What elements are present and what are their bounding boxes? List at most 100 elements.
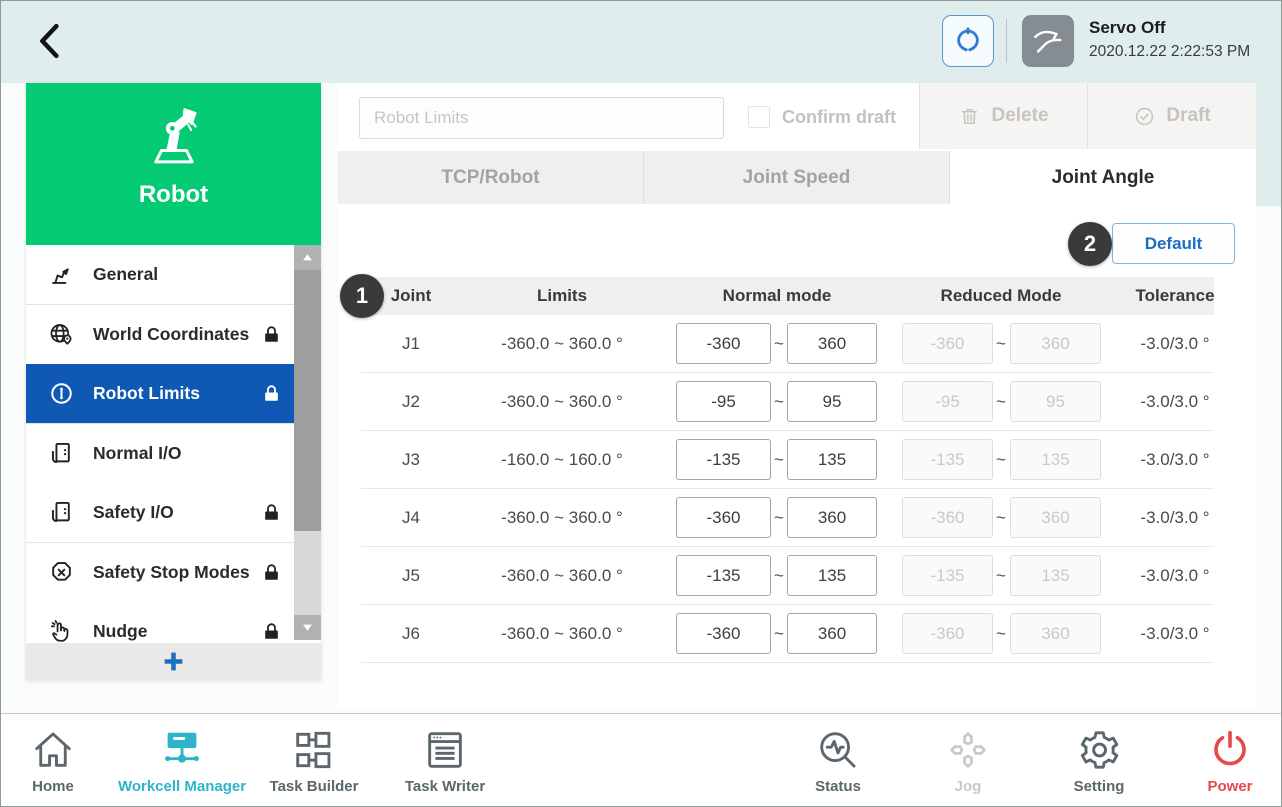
j6-reduced-min-input[interactable] <box>902 613 993 654</box>
nav-label: Task Writer <box>370 778 520 795</box>
nav-label: Task Builder <box>239 778 389 795</box>
sidebar-item-world-coordinates[interactable]: World Coordinates <box>26 305 294 365</box>
sidebar-item-label: Normal I/O <box>93 443 182 464</box>
j2-normal-min-input[interactable] <box>676 381 771 422</box>
robot-icon <box>133 97 215 179</box>
table-row-j5: J5 -360.0 ~ 360.0 ° ~ ~ -3.0/3.0 ° <box>361 547 1214 605</box>
scrollbar-thumb[interactable] <box>294 270 321 531</box>
annotation-badge-1: 1 <box>340 274 384 318</box>
range-separator: ~ <box>991 489 1011 546</box>
j4-normal-min-input[interactable] <box>676 497 771 538</box>
j3-reduced-min-input[interactable] <box>902 439 993 480</box>
range-separator: ~ <box>769 547 789 604</box>
draft-button[interactable]: Draft <box>1087 83 1256 149</box>
draft-label: Draft <box>1166 105 1210 127</box>
task-builder-icon <box>291 727 337 773</box>
confirm-draft-label: Confirm draft <box>782 107 896 128</box>
nav-jog: Jog <box>893 725 1043 795</box>
sidebar-menu: General World Coordinates <box>26 245 321 643</box>
app-root: Servo Off 2020.12.22 2:22:53 PM Robot <box>0 0 1282 807</box>
tolerance-value: -3.0/3.0 ° <box>1105 605 1245 662</box>
table-row-j4: J4 -360.0 ~ 360.0 ° ~ ~ -3.0/3.0 ° <box>361 489 1214 547</box>
j5-normal-max-input[interactable] <box>787 555 877 596</box>
sidebar-scrollbar[interactable] <box>294 245 321 640</box>
manual-guide-button[interactable] <box>1022 15 1074 67</box>
j2-normal-max-input[interactable] <box>787 381 877 422</box>
j1-reduced-min-input[interactable] <box>902 323 993 364</box>
gripper-tool-button[interactable] <box>942 15 994 67</box>
lock-icon <box>260 501 283 524</box>
robot-card-title: Robot <box>26 181 321 209</box>
j3-normal-max-input[interactable] <box>787 439 877 480</box>
scroll-up-button[interactable] <box>294 245 321 270</box>
nav-status[interactable]: Status <box>763 725 913 795</box>
sidebar-item-label: Safety I/O <box>93 502 174 523</box>
robot-arm-icon <box>48 261 75 288</box>
sidebar-item-safety-stop-modes[interactable]: Safety Stop Modes <box>26 543 294 603</box>
joint-label: J3 <box>371 431 451 488</box>
joint-label: J1 <box>371 315 451 372</box>
workcell-name-input[interactable] <box>359 97 724 139</box>
range-separator: ~ <box>769 315 789 372</box>
sidebar-item-normal-io[interactable]: Normal I/O <box>26 424 294 484</box>
jog-dpad-icon <box>945 727 991 773</box>
lock-icon <box>260 561 283 584</box>
j5-reduced-max-input[interactable] <box>1010 555 1101 596</box>
sidebar-item-robot-limits[interactable]: Robot Limits <box>26 364 294 424</box>
triangle-down-icon <box>302 622 313 633</box>
j1-reduced-max-input[interactable] <box>1010 323 1101 364</box>
tab-joint-angle[interactable]: Joint Angle <box>950 151 1256 204</box>
annotation-badge-2: 2 <box>1068 222 1112 266</box>
tolerance-value: -3.0/3.0 ° <box>1105 373 1245 430</box>
j4-normal-max-input[interactable] <box>787 497 877 538</box>
add-workcell-item-button[interactable] <box>26 643 321 680</box>
sidebar-item-safety-io[interactable]: Safety I/O <box>26 483 294 543</box>
robot-card[interactable]: Robot <box>26 83 321 245</box>
globe-icon <box>48 321 75 348</box>
limits-value: -360.0 ~ 360.0 ° <box>482 605 642 662</box>
j5-normal-min-input[interactable] <box>676 555 771 596</box>
j1-normal-min-input[interactable] <box>676 323 771 364</box>
range-separator: ~ <box>769 373 789 430</box>
nav-label: Power <box>1155 778 1282 795</box>
task-writer-icon <box>422 727 468 773</box>
scroll-down-button[interactable] <box>294 615 321 640</box>
j6-normal-min-input[interactable] <box>676 613 771 654</box>
sidebar-item-label: Robot Limits <box>93 383 200 404</box>
j3-reduced-max-input[interactable] <box>1010 439 1101 480</box>
j1-normal-max-input[interactable] <box>787 323 877 364</box>
table-row-j6: J6 -360.0 ~ 360.0 ° ~ ~ -3.0/3.0 ° <box>361 605 1214 663</box>
nav-task-builder[interactable]: Task Builder <box>239 725 389 795</box>
j2-reduced-min-input[interactable] <box>902 381 993 422</box>
j3-normal-min-input[interactable] <box>676 439 771 480</box>
tab-tcp-robot[interactable]: TCP/Robot <box>338 151 644 204</box>
bottom-nav: Home Workcell Manager Task Builder <box>1 713 1282 807</box>
joint-label: J5 <box>371 547 451 604</box>
sidebar-item-nudge[interactable]: Nudge <box>26 602 294 643</box>
j6-normal-max-input[interactable] <box>787 613 877 654</box>
j4-reduced-min-input[interactable] <box>902 497 993 538</box>
range-separator: ~ <box>769 489 789 546</box>
tab-joint-speed[interactable]: Joint Speed <box>644 151 950 204</box>
j5-reduced-min-input[interactable] <box>902 555 993 596</box>
sidebar-item-general[interactable]: General <box>26 245 294 305</box>
j2-reduced-max-input[interactable] <box>1010 381 1101 422</box>
gripper-icon <box>952 25 984 57</box>
back-chevron-icon <box>31 17 73 65</box>
sidebar-item-label: World Coordinates <box>93 324 249 345</box>
default-button[interactable]: Default <box>1112 223 1235 264</box>
main-panel: Confirm draft Delete Draft TCP/Robot Joi… <box>338 83 1256 708</box>
servo-status-block: Servo Off 2020.12.22 2:22:53 PM <box>1089 18 1250 61</box>
back-button[interactable] <box>31 16 73 66</box>
nav-task-writer[interactable]: Task Writer <box>370 725 520 795</box>
nav-setting[interactable]: Setting <box>1024 725 1174 795</box>
col-reduced: Reduced Mode <box>921 277 1081 315</box>
confirm-draft-checkbox[interactable] <box>748 106 770 128</box>
nav-power[interactable]: Power <box>1155 725 1282 795</box>
range-separator: ~ <box>769 431 789 488</box>
nav-workcell-manager[interactable]: Workcell Manager <box>107 725 257 795</box>
sidebar: Robot General World Coordin <box>26 83 321 680</box>
j4-reduced-max-input[interactable] <box>1010 497 1101 538</box>
delete-button[interactable]: Delete <box>919 83 1087 149</box>
j6-reduced-max-input[interactable] <box>1010 613 1101 654</box>
